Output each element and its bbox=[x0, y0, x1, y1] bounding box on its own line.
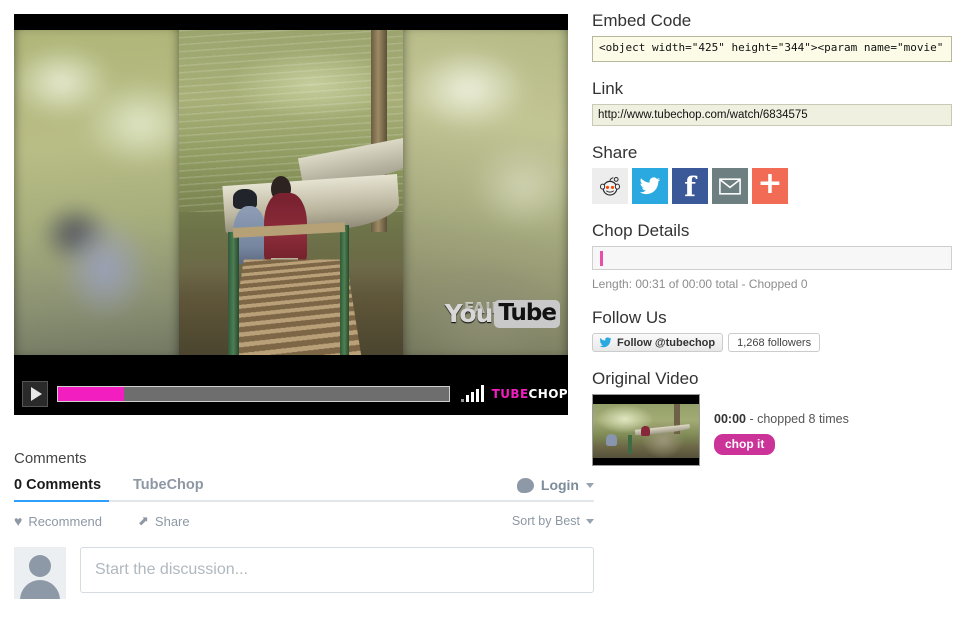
tab-comments[interactable]: 0 Comments bbox=[14, 477, 101, 493]
video-player[interactable]: FAIL ARMY You Tube TUBECHOP bbox=[14, 14, 568, 415]
plus-icon: + bbox=[757, 166, 783, 201]
twitter-bird-icon bbox=[599, 337, 612, 348]
tubechop-logo: TUBECHOP bbox=[492, 387, 568, 401]
share-email-button[interactable] bbox=[712, 168, 748, 204]
sort-label: Sort by Best bbox=[511, 514, 580, 528]
share-buttons: f + bbox=[592, 168, 954, 204]
active-tab-underline bbox=[14, 500, 109, 502]
facebook-icon: f bbox=[684, 172, 696, 203]
recommend-label: Recommend bbox=[28, 513, 103, 529]
original-video-heading: Original Video bbox=[592, 369, 699, 388]
recommend-button[interactable]: ♥ Recommend bbox=[14, 513, 102, 529]
chop-details-input[interactable] bbox=[592, 246, 952, 270]
share-button[interactable]: ⬈ Share bbox=[138, 513, 190, 529]
login-label: Login bbox=[540, 477, 579, 493]
tubechop-logo-tube: TUBE bbox=[491, 386, 529, 401]
video-stage[interactable]: FAIL ARMY You Tube bbox=[14, 14, 568, 372]
twitter-followers-count[interactable]: 1,268 followers bbox=[728, 333, 821, 352]
original-video-row: 00:00 - chopped 8 times chop it bbox=[592, 394, 954, 466]
twitter-follow-button[interactable]: Follow @tubechop bbox=[592, 333, 724, 352]
follow-us-heading: Follow Us bbox=[592, 308, 667, 327]
text-caret bbox=[600, 251, 603, 266]
original-video-time: 00:00 bbox=[714, 412, 746, 426]
share-label: Share bbox=[154, 513, 190, 529]
chevron-down-icon bbox=[586, 482, 594, 488]
play-button[interactable] bbox=[22, 380, 48, 407]
chop-details-heading: Chop Details bbox=[592, 221, 690, 240]
original-video-info: 00:00 - chopped 8 times bbox=[714, 412, 849, 426]
video-center-panel bbox=[179, 30, 403, 355]
tubechop-logo-chop: CHOP bbox=[528, 386, 568, 401]
sort-dropdown[interactable]: Sort by Best bbox=[512, 514, 594, 528]
youtube-logo: You Tube bbox=[445, 299, 560, 328]
comment-input[interactable]: Start the discussion... bbox=[80, 547, 594, 593]
embed-code-heading: Embed Code bbox=[592, 11, 692, 30]
share-heading: Share bbox=[592, 143, 638, 162]
youtube-logo-tube: Tube bbox=[494, 299, 560, 328]
share-icon: ⬈ bbox=[138, 513, 149, 528]
play-icon bbox=[30, 386, 42, 401]
heart-icon: ♥ bbox=[14, 513, 23, 529]
share-facebook-button[interactable]: f bbox=[672, 168, 708, 204]
original-video-meta: 00:00 - chopped 8 times chop it bbox=[714, 394, 849, 466]
share-addthis-button[interactable]: + bbox=[752, 168, 788, 204]
original-video-chopped-count: - chopped 8 times bbox=[749, 412, 849, 426]
share-reddit-button[interactable] bbox=[592, 168, 628, 204]
seek-bar[interactable] bbox=[56, 385, 450, 402]
youtube-logo-you: You bbox=[444, 299, 494, 328]
comment-placeholder: Start the discussion... bbox=[95, 561, 248, 578]
avatar-bubble-icon bbox=[516, 477, 534, 493]
page-root: FAIL ARMY You Tube TUBECHOP Embed Code bbox=[0, 0, 979, 619]
sidebar: Embed Code Link Share bbox=[592, 10, 954, 466]
twitter-icon bbox=[639, 177, 661, 195]
chop-length-text: Length: 00:31 of 00:00 total - Chopped 0 bbox=[592, 277, 808, 291]
twitter-follow-label: Follow @tubechop bbox=[617, 336, 716, 349]
twitter-follow-widget: Follow @tubechop 1,268 followers bbox=[592, 333, 954, 352]
link-input[interactable] bbox=[592, 104, 952, 126]
reddit-icon bbox=[600, 177, 620, 196]
player-controls: TUBECHOP bbox=[14, 372, 568, 415]
video-blur-left bbox=[14, 30, 184, 355]
chevron-down-icon bbox=[586, 518, 594, 524]
comments-section: Comments 0 Comments TubeChop Login ♥ Rec… bbox=[14, 450, 594, 599]
seek-progress bbox=[57, 386, 125, 401]
share-twitter-button[interactable] bbox=[632, 168, 668, 204]
embed-code-textarea[interactable] bbox=[592, 36, 952, 62]
disqus-actions: ♥ Recommend ⬈ Share Sort by Best bbox=[14, 513, 594, 529]
disqus-tabs: 0 Comments TubeChop Login bbox=[14, 477, 594, 502]
user-avatar bbox=[14, 547, 66, 599]
login-menu[interactable]: Login bbox=[516, 477, 594, 493]
comment-editor: Start the discussion... bbox=[14, 547, 594, 599]
volume-bars-icon[interactable] bbox=[460, 385, 484, 402]
tab-tubechop[interactable]: TubeChop bbox=[133, 477, 204, 493]
comments-title: Comments bbox=[14, 450, 87, 467]
link-heading: Link bbox=[592, 79, 624, 98]
email-icon bbox=[719, 177, 741, 195]
original-video-thumbnail[interactable] bbox=[592, 394, 700, 466]
chop-it-button[interactable]: chop it bbox=[714, 434, 776, 455]
